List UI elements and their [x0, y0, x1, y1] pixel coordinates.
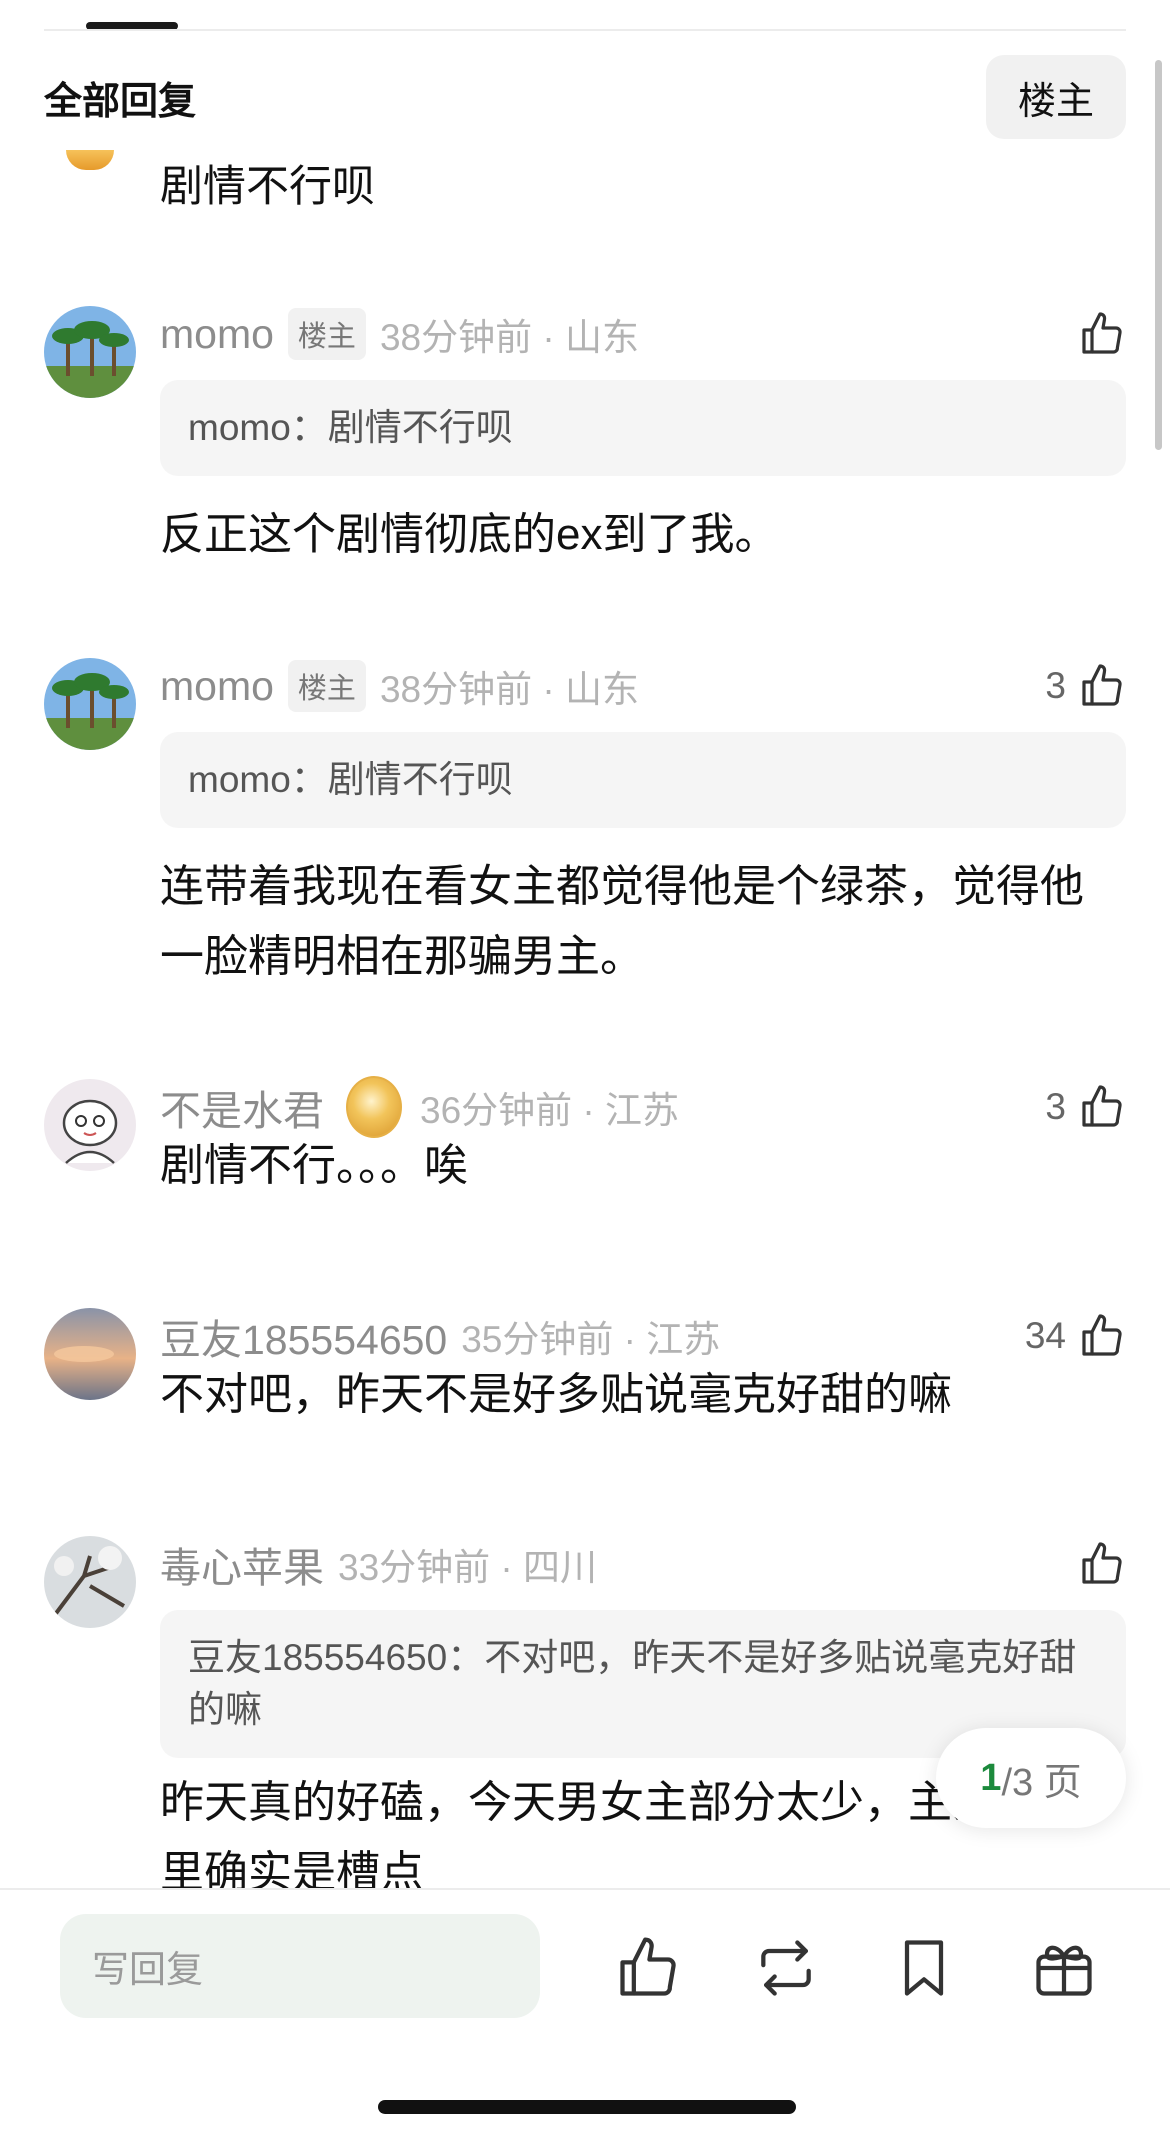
reply-input[interactable]: 写回复	[60, 1914, 540, 2018]
comment-meta: 毒心苹果 33分钟前 · 四川	[160, 1536, 597, 1592]
comment-meta: momo 楼主 38分钟前 · 山东	[160, 658, 639, 714]
time-location: 33分钟前 · 四川	[338, 1547, 598, 1588]
avatar[interactable]	[44, 658, 136, 750]
like-button[interactable]: 34	[1025, 1308, 1126, 1364]
time-location: 36分钟前 · 江苏	[420, 1090, 680, 1131]
username[interactable]: 豆友185554650	[160, 1306, 447, 1366]
like-button[interactable]	[1066, 306, 1126, 362]
op-only-filter-button[interactable]: 楼主	[986, 55, 1126, 139]
scrollbar[interactable]	[1155, 60, 1162, 450]
top-divider	[44, 29, 1126, 31]
like-button[interactable]: 3	[1045, 658, 1126, 714]
replies-header: 全部回复 楼主	[44, 55, 1126, 139]
thumbs-up-icon	[1082, 1085, 1122, 1127]
comment-text: 反正这个剧情彻底的ex到了我。	[160, 510, 779, 559]
avatar[interactable]	[44, 1079, 136, 1171]
page-indicator[interactable]: 1 /3 页	[936, 1728, 1126, 1828]
like-icon[interactable]	[614, 1934, 682, 2002]
username[interactable]: 不是水君	[160, 1077, 324, 1137]
bookmark-icon[interactable]	[890, 1934, 958, 2002]
comment-text: 连带着我现在看女主都觉得他是个绿茶，觉得他一脸精明相在那骗男主。	[160, 862, 1084, 981]
current-page: 1	[980, 1756, 1002, 1799]
quoted-reply: momo：剧情不行呗	[160, 380, 1126, 476]
avatar[interactable]	[44, 1308, 136, 1400]
all-replies-title: 全部回复	[44, 80, 197, 123]
comment-meta: 豆友185554650 35分钟前 · 江苏	[160, 1308, 720, 1364]
gift-icon[interactable]	[1030, 1934, 1098, 2002]
op-badge: 楼主	[287, 660, 366, 712]
medal-icon	[346, 1076, 402, 1138]
like-button[interactable]	[1066, 1536, 1126, 1592]
home-indicator[interactable]	[378, 2100, 796, 2114]
op-badge: 楼主	[287, 308, 366, 360]
like-count: 34	[1024, 1315, 1066, 1356]
comment-text: 不对吧，昨天不是好多贴说毫克好甜的嘛	[160, 1370, 952, 1419]
like-count: 3	[1045, 1086, 1066, 1127]
comment-text: 剧情不行。。。唉	[160, 1141, 468, 1190]
comment-meta: momo 楼主 38分钟前 · 山东	[160, 306, 639, 362]
like-count: 3	[1045, 665, 1066, 706]
avatar[interactable]	[44, 306, 136, 398]
time-location: 38分钟前 · 山东	[379, 317, 639, 358]
repost-icon[interactable]	[752, 1934, 820, 2002]
comment-meta: 不是水君 36分钟前 · 江苏	[160, 1076, 680, 1138]
time-location: 38分钟前 · 山东	[379, 669, 639, 710]
thumbs-up-icon	[1082, 1542, 1122, 1584]
time-location: 35分钟前 · 江苏	[461, 1319, 721, 1360]
username[interactable]: momo	[160, 311, 274, 358]
avatar[interactable]	[66, 150, 114, 170]
total-pages: /3 页	[1001, 1761, 1082, 1804]
quoted-reply: momo：剧情不行呗	[160, 732, 1126, 828]
avatar[interactable]	[44, 1536, 136, 1628]
thumbs-up-icon	[1082, 1314, 1122, 1356]
username[interactable]: 毒心苹果	[160, 1534, 324, 1594]
username[interactable]: momo	[160, 663, 274, 710]
thumbs-up-icon	[1082, 312, 1122, 354]
comment-text: 剧情不行呗	[160, 163, 375, 211]
thumbs-up-icon	[1082, 664, 1122, 706]
like-button[interactable]: 3	[1045, 1079, 1126, 1135]
